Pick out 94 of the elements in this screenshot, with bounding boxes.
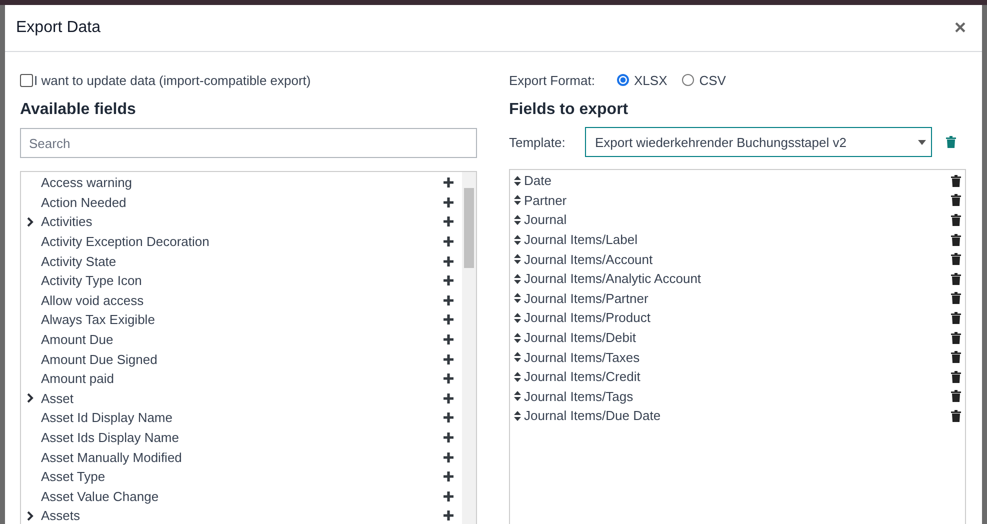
close-button[interactable]: ×	[948, 16, 972, 40]
export-field-item: Journal Items/Debit	[524, 330, 637, 346]
field-item[interactable]: Always Tax Exigible	[41, 312, 443, 328]
delete-icon[interactable]	[951, 214, 961, 226]
export-field-item: Journal Items/Due Date	[524, 408, 662, 424]
delete-icon[interactable]	[951, 253, 961, 266]
plus-icon[interactable]	[443, 256, 454, 267]
export-field-item: Journal Items/Label	[524, 232, 638, 248]
sort-handle-icon[interactable]	[514, 274, 521, 284]
plus-icon[interactable]	[443, 392, 454, 404]
delete-icon[interactable]	[951, 292, 961, 304]
field-item[interactable]: Amount paid	[41, 371, 443, 386]
field-item[interactable]: Asset Type	[41, 469, 443, 484]
sort-handle-icon[interactable]	[514, 410, 521, 421]
field-item[interactable]: Allow void access	[41, 292, 443, 308]
delete-icon[interactable]	[951, 370, 961, 383]
delete-icon[interactable]	[951, 332, 961, 344]
delete-icon[interactable]	[951, 410, 961, 422]
export-field-item: Journal Items/Partner	[524, 290, 650, 306]
sort-handle-icon[interactable]	[514, 195, 521, 206]
format-radio[interactable]	[617, 74, 629, 86]
plus-icon[interactable]	[443, 452, 454, 463]
search-field[interactable]: Search	[20, 128, 477, 158]
export-field-item: Journal Items/Product	[524, 310, 652, 326]
plus-icon[interactable]	[443, 510, 454, 522]
plus-icon[interactable]	[443, 216, 454, 228]
chevron-icon[interactable]	[26, 216, 34, 227]
plus-icon[interactable]	[443, 490, 454, 502]
dialog-title: Export Data	[16, 19, 100, 37]
export-field-item: Journal Items/Tags	[524, 388, 634, 404]
delete-icon[interactable]	[951, 312, 961, 324]
field-item[interactable]: Asset Id Display Name	[41, 410, 443, 426]
delete-icon[interactable]	[951, 234, 961, 246]
dropdown-caret-icon	[918, 140, 926, 144]
plus-icon[interactable]	[443, 471, 454, 482]
plus-icon[interactable]	[443, 354, 454, 365]
field-item[interactable]: Asset	[41, 390, 443, 406]
sort-handle-icon[interactable]	[514, 176, 521, 186]
format-option-label: CSV	[699, 72, 726, 88]
format-option-label: XLSX	[634, 72, 668, 88]
field-item[interactable]: Activity Type Icon	[41, 273, 443, 288]
available-fields-heading: Available fields	[20, 101, 137, 120]
export-field-item: Journal	[524, 212, 568, 228]
sort-handle-icon[interactable]	[514, 254, 521, 264]
plus-icon[interactable]	[443, 196, 454, 208]
template-label: Template:	[509, 134, 566, 150]
scrollbar[interactable]	[462, 172, 476, 524]
field-item[interactable]: Action Needed	[41, 194, 443, 210]
field-item[interactable]: Asset Ids Display Name	[41, 430, 443, 446]
plus-icon[interactable]	[443, 275, 454, 286]
plus-icon[interactable]	[443, 314, 454, 326]
field-item[interactable]: Asset Value Change	[41, 488, 443, 504]
sort-handle-icon[interactable]	[514, 293, 521, 304]
plus-icon[interactable]	[443, 334, 454, 346]
sort-handle-icon[interactable]	[514, 312, 521, 323]
export-field-item: Journal Items/Credit	[524, 369, 642, 384]
field-item[interactable]: Access warning	[41, 175, 443, 190]
format-radio[interactable]	[682, 74, 694, 86]
sort-handle-icon[interactable]	[514, 352, 521, 362]
field-item[interactable]: Amount Due	[41, 332, 443, 348]
delete-icon[interactable]	[951, 390, 961, 402]
export-field-item: Date	[524, 173, 552, 188]
field-item[interactable]: Asset Manually Modified	[41, 450, 443, 465]
sort-handle-icon[interactable]	[514, 332, 521, 343]
export-field-item: Partner	[524, 192, 568, 208]
delete-icon[interactable]	[951, 194, 961, 206]
plus-icon[interactable]	[443, 294, 454, 306]
update-data-checkbox[interactable]	[20, 74, 33, 86]
update-data-label: I want to update data (import-compatible export)	[34, 72, 311, 88]
field-item[interactable]: Amount Due Signed	[41, 352, 443, 367]
field-item[interactable]: Activities	[41, 214, 443, 230]
export-field-item: Journal Items/Analytic Account	[524, 271, 702, 286]
delete-icon[interactable]	[951, 174, 961, 187]
plus-icon[interactable]	[443, 432, 454, 444]
sort-handle-icon[interactable]	[514, 391, 521, 402]
field-item[interactable]: Assets	[41, 508, 443, 524]
template-select[interactable]: Export wiederkehrender Buchungsstapel v2	[585, 127, 932, 157]
sort-handle-icon[interactable]	[514, 234, 521, 245]
sort-handle-icon[interactable]	[514, 214, 521, 225]
fields-to-export-heading: Fields to export	[509, 101, 630, 120]
sort-handle-icon[interactable]	[514, 372, 521, 382]
field-item[interactable]: Activity State	[41, 254, 443, 269]
field-item[interactable]: Activity Exception Decoration	[41, 234, 443, 250]
plus-icon[interactable]	[443, 373, 454, 384]
export-field-item: Journal Items/Account	[524, 252, 654, 267]
plus-icon[interactable]	[443, 236, 454, 248]
chevron-icon[interactable]	[26, 510, 34, 521]
delete-icon[interactable]	[951, 272, 961, 285]
plus-icon[interactable]	[443, 412, 454, 424]
chevron-icon[interactable]	[26, 393, 34, 404]
delete-icon[interactable]	[951, 351, 961, 364]
plus-icon[interactable]	[443, 177, 454, 188]
export-format-label: Export Format:	[509, 72, 596, 88]
export-field-item: Journal Items/Taxes	[524, 350, 641, 365]
